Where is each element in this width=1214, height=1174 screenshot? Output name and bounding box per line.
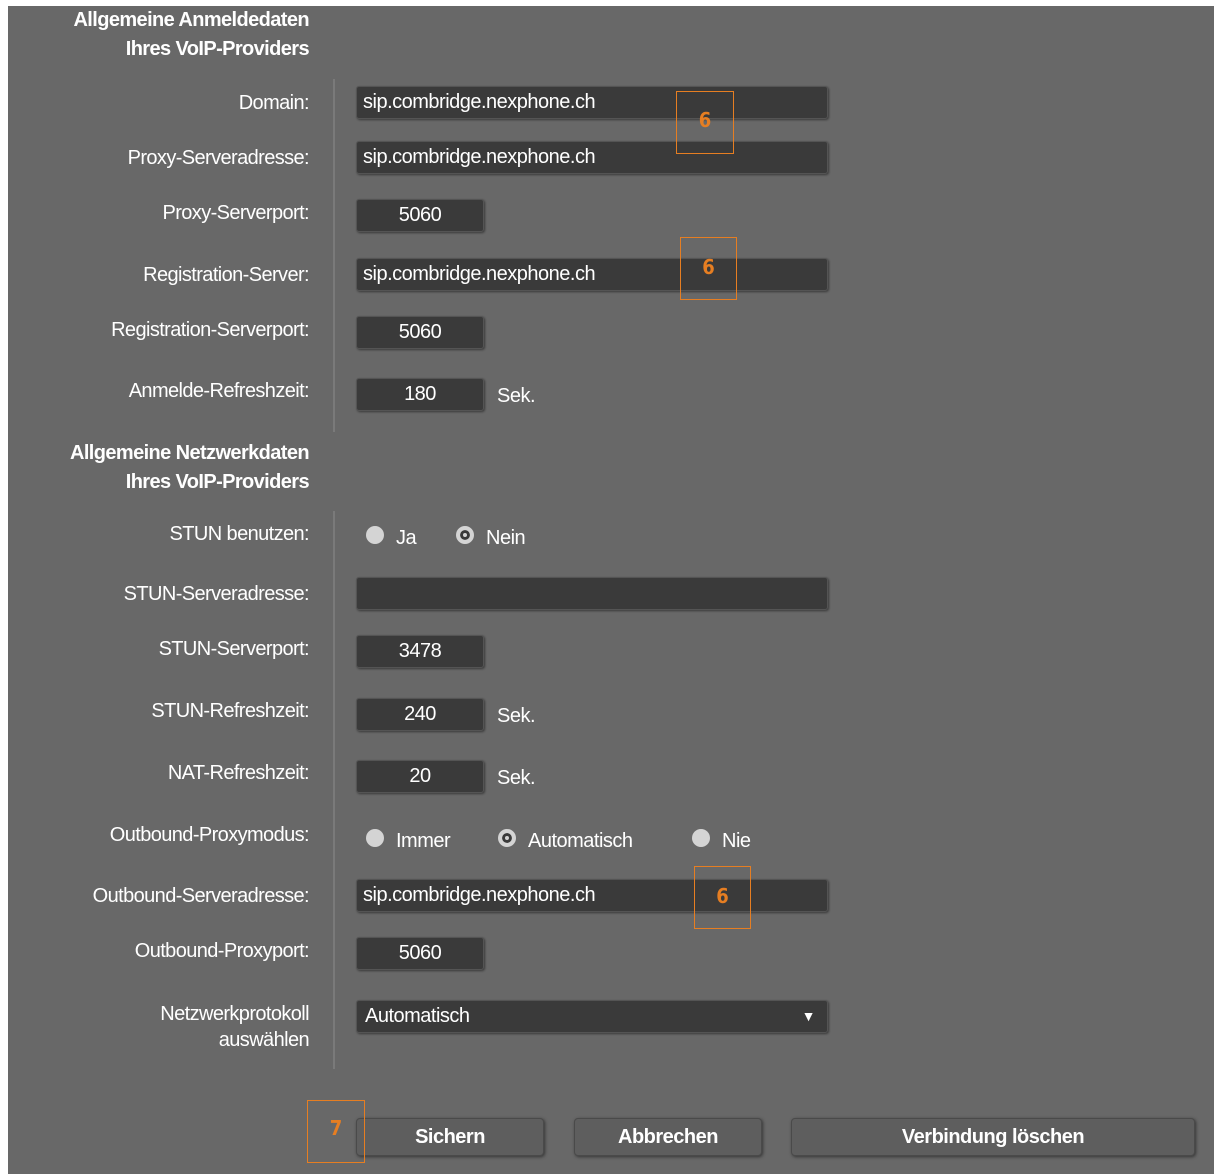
outbound-auto-label: Automatisch <box>528 830 633 852</box>
section-title-line: Allgemeine Netzwerkdaten <box>69 442 310 464</box>
outbound-never-radio[interactable]: Nie <box>692 826 751 852</box>
registration-port-input[interactable]: 5060 <box>356 316 484 349</box>
annotation-marker-save: 7 <box>307 1100 365 1163</box>
refresh-unit: Sek. <box>497 385 536 407</box>
cancel-button[interactable]: Abbrechen <box>574 1118 762 1156</box>
nat-refresh-input[interactable]: 20 <box>356 760 484 793</box>
radio-dot-icon <box>692 828 710 847</box>
protocol-label-line: auswählen <box>218 1029 310 1051</box>
proxy-port-label: Proxy-Serverport: <box>162 202 309 224</box>
outbound-auto-radio[interactable]: Automatisch <box>498 826 633 852</box>
stun-port-label: STUN-Serverport: <box>158 638 310 660</box>
proxy-server-label: Proxy-Serveradresse: <box>127 147 310 169</box>
nat-refresh-label: NAT-Refreshzeit: <box>167 762 310 784</box>
settings-panel: Allgemeine Anmeldedaten Ihres VoIP-Provi… <box>8 6 1214 1174</box>
stun-yes-radio[interactable]: Ja <box>366 523 417 549</box>
outbound-port-label: Outbound-Proxyport: <box>134 940 310 962</box>
protocol-label-line: Netzwerkprotokoll <box>160 1003 309 1025</box>
stun-refresh-unit: Sek. <box>497 705 536 727</box>
dropdown-arrow-icon: ▼ <box>801 1008 816 1024</box>
annotation-marker-registration: 6 <box>680 237 737 300</box>
outbound-server-label: Outbound-Serveradresse: <box>92 885 310 907</box>
delete-connection-button[interactable]: Verbindung löschen <box>791 1118 1195 1156</box>
proxy-server-input[interactable]: sip.combridge.nexphone.ch <box>356 141 828 174</box>
registration-port-label: Registration-Serverport: <box>111 319 310 341</box>
outbound-mode-label: Outbound-Proxymodus: <box>109 824 310 846</box>
stun-no-radio[interactable]: Nein <box>456 523 526 549</box>
proxy-port-input[interactable]: 5060 <box>356 199 484 232</box>
radio-selected-icon <box>456 525 474 544</box>
radio-dot-icon <box>366 525 384 544</box>
radio-selected-icon <box>498 828 516 847</box>
divider-line <box>333 511 335 1069</box>
protocol-select[interactable]: Automatisch ▼ <box>356 1000 828 1033</box>
stun-no-label: Nein <box>486 527 526 549</box>
section-title-login: Allgemeine Anmeldedaten Ihres VoIP-Provi… <box>8 6 309 64</box>
section-title-line: Ihres VoIP-Providers <box>125 38 310 60</box>
refresh-time-label: Anmelde-Refreshzeit: <box>128 380 310 402</box>
annotation-marker-outbound: 6 <box>694 866 751 929</box>
domain-input[interactable]: sip.combridge.nexphone.ch <box>356 86 828 119</box>
nat-refresh-unit: Sek. <box>497 767 536 789</box>
outbound-never-label: Nie <box>722 830 751 852</box>
outbound-always-radio[interactable]: Immer <box>366 826 451 852</box>
annotation-marker-domain: 6 <box>676 91 734 154</box>
section-title-line: Allgemeine Anmeldedaten <box>73 9 309 31</box>
stun-yes-label: Ja <box>396 527 417 549</box>
stun-refresh-input[interactable]: 240 <box>356 698 484 731</box>
stun-server-label: STUN-Serveradresse: <box>123 583 310 605</box>
outbound-port-input[interactable]: 5060 <box>356 937 484 970</box>
radio-dot-icon <box>366 828 384 847</box>
outbound-always-label: Immer <box>396 830 451 852</box>
protocol-label: Netzwerkprotokoll auswählen <box>8 1002 309 1052</box>
stun-port-input[interactable]: 3478 <box>356 635 484 668</box>
section-title-network: Allgemeine Netzwerkdaten Ihres VoIP-Prov… <box>8 439 310 497</box>
outbound-server-input[interactable]: sip.combridge.nexphone.ch <box>356 879 828 912</box>
stun-refresh-label: STUN-Refreshzeit: <box>151 700 309 722</box>
save-button[interactable]: Sichern <box>356 1118 544 1156</box>
refresh-time-input[interactable]: 180 <box>356 378 484 411</box>
stun-use-label: STUN benutzen: <box>169 523 310 545</box>
divider-line <box>333 79 335 432</box>
section-title-line: Ihres VoIP-Providers <box>125 471 310 493</box>
domain-label: Domain: <box>238 92 310 114</box>
registration-server-input[interactable]: sip.combridge.nexphone.ch <box>356 258 828 291</box>
stun-server-input[interactable] <box>356 577 828 610</box>
protocol-select-value: Automatisch <box>365 1005 470 1027</box>
registration-server-label: Registration-Server: <box>143 264 309 286</box>
